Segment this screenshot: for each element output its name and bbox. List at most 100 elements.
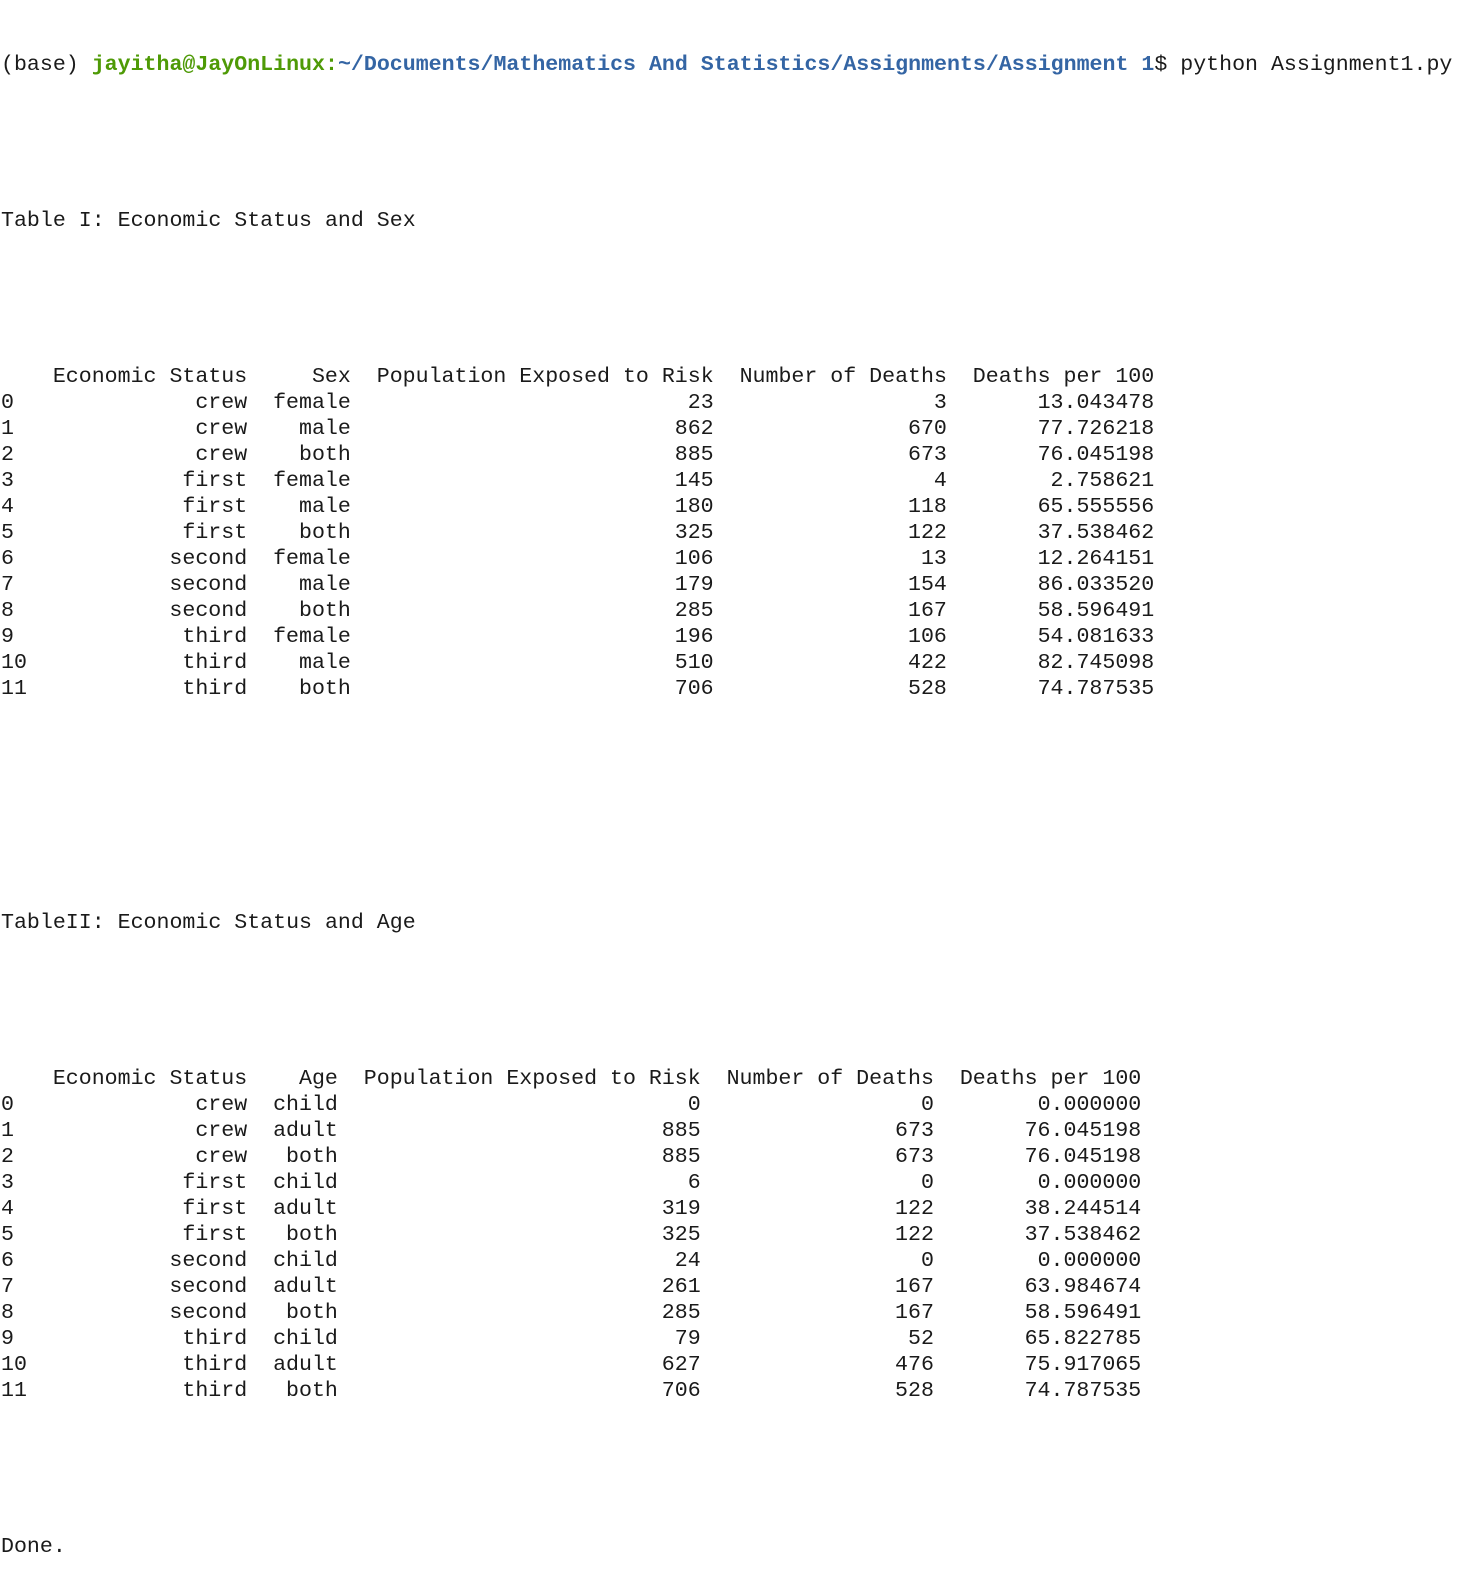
column-header: Number of Deaths: [726, 1067, 934, 1091]
table-cell: 167: [895, 1301, 934, 1325]
table-cell: 58.596491: [1037, 599, 1155, 623]
table-cell: 885: [674, 443, 714, 467]
table-cell: third: [182, 1379, 248, 1403]
table-cell: 76.045198: [1024, 1145, 1142, 1169]
column-header: Deaths per 100: [959, 1067, 1142, 1091]
table-cell: 167: [908, 599, 947, 623]
row-index: 0: [1, 1093, 14, 1117]
table-cell: 528: [908, 677, 947, 701]
table-cell: female: [273, 469, 351, 493]
table-row: 3 first child 6 0 0.000000: [1, 1170, 1463, 1196]
table-cell: 65.555556: [1037, 495, 1155, 519]
table-row: 0 crew child 0 0 0.000000: [1, 1092, 1463, 1118]
table-cell: 76.045198: [1037, 443, 1155, 467]
table-row: 2 crew both 885 673 76.045198: [1, 442, 1463, 468]
table-row: 4 first male 180 118 65.555556: [1, 494, 1463, 520]
table-cell: 37.538462: [1037, 521, 1155, 545]
table-cell: 179: [674, 573, 714, 597]
table-cell: 37.538462: [1024, 1223, 1142, 1247]
table-cell: 885: [661, 1119, 701, 1143]
table-cell: 52: [908, 1327, 934, 1351]
table-cell: 74.787535: [1037, 677, 1155, 701]
row-index: 10: [1, 1353, 27, 1377]
table-cell: 285: [661, 1301, 701, 1325]
table-cell: 86.033520: [1037, 573, 1155, 597]
table-cell: adult: [273, 1197, 338, 1221]
row-index: 8: [1, 599, 14, 623]
table-cell: 325: [674, 521, 714, 545]
table-cell: 862: [674, 417, 714, 441]
table-row: 8 second both 285 167 58.596491: [1, 1300, 1463, 1326]
table-cell: 106: [908, 625, 947, 649]
table-cell: second: [169, 1249, 248, 1273]
table-row: 1 crew male 862 670 77.726218: [1, 416, 1463, 442]
table-cell: 319: [661, 1197, 701, 1221]
row-index: 9: [1, 1327, 14, 1351]
table-cell: 196: [674, 625, 714, 649]
table-cell: 154: [908, 573, 947, 597]
table-cell: 0: [920, 1249, 934, 1273]
table-row: 7 second adult 261 167 63.984674: [1, 1274, 1463, 1300]
table-cell: 0.000000: [1037, 1171, 1142, 1195]
shell-prompt-line: (base) jayitha@JayOnLinux:~/Documents/Ma…: [1, 52, 1463, 78]
table-cell: third: [182, 651, 248, 675]
prompt-separator: :: [324, 53, 338, 77]
table-row: 5 first both 325 122 37.538462: [1, 1222, 1463, 1248]
table-cell: 261: [661, 1275, 701, 1299]
table-cell: 75.917065: [1024, 1353, 1142, 1377]
table-cell: 38.244514: [1024, 1197, 1142, 1221]
row-index: 1: [1, 417, 14, 441]
terminal-output[interactable]: (base) jayitha@JayOnLinux:~/Documents/Ma…: [0, 0, 1463, 1586]
table-cell: first: [182, 469, 248, 493]
row-index: 6: [1, 547, 14, 571]
prompt-user-host: jayitha@JayOnLinux: [91, 53, 325, 77]
table-cell: 325: [661, 1223, 701, 1247]
table-cell: 706: [661, 1379, 701, 1403]
table-cell: 118: [908, 495, 947, 519]
row-index: 2: [1, 443, 14, 467]
table-cell: second: [169, 573, 248, 597]
table-row: 2 crew both 885 673 76.045198: [1, 1144, 1463, 1170]
table-cell: female: [273, 547, 351, 571]
table-cell: 0: [687, 1093, 701, 1117]
table-row: 9 third female 196 106 54.081633: [1, 624, 1463, 650]
row-index: 11: [1, 677, 27, 701]
row-index: 8: [1, 1301, 14, 1325]
table-cell: crew: [195, 391, 248, 415]
table-cell: female: [273, 625, 351, 649]
done-message: Done.: [1, 1535, 66, 1559]
table-header-row: Economic Status Sex Population Exposed to …: [1, 364, 1463, 390]
row-index: 3: [1, 1171, 14, 1195]
conda-env-label: (base): [1, 53, 92, 77]
table-cell: 0.000000: [1037, 1249, 1142, 1273]
row-index: 0: [1, 391, 14, 415]
table-cell: 79: [674, 1327, 701, 1351]
table-cell: 706: [674, 677, 714, 701]
table-cell: female: [273, 391, 351, 415]
table-row: 11 third both 706 528 74.787535: [1, 1378, 1463, 1404]
table-cell: third: [182, 1353, 248, 1377]
table-cell: third: [182, 625, 248, 649]
column-header: Economic Status: [52, 365, 248, 389]
table-cell: 627: [661, 1353, 701, 1377]
table-cell: 23: [687, 391, 714, 415]
table-cell: 13: [920, 547, 947, 571]
table-row: 1 crew adult 885 673 76.045198: [1, 1118, 1463, 1144]
table-cell: first: [182, 1223, 248, 1247]
table-cell: crew: [195, 417, 248, 441]
table-cell: 673: [908, 443, 947, 467]
table-cell: adult: [273, 1275, 338, 1299]
table-cell: 885: [661, 1145, 701, 1169]
row-index: 7: [1, 573, 14, 597]
row-index: 4: [1, 495, 14, 519]
table-cell: 122: [895, 1223, 934, 1247]
prompt-suffix: $: [1154, 53, 1181, 77]
table-cell: 180: [674, 495, 714, 519]
table-row: 6 second female 106 13 12.264151: [1, 546, 1463, 572]
table-cell: crew: [195, 1119, 248, 1143]
table-cell: male: [299, 417, 351, 441]
table-cell: child: [273, 1327, 338, 1351]
